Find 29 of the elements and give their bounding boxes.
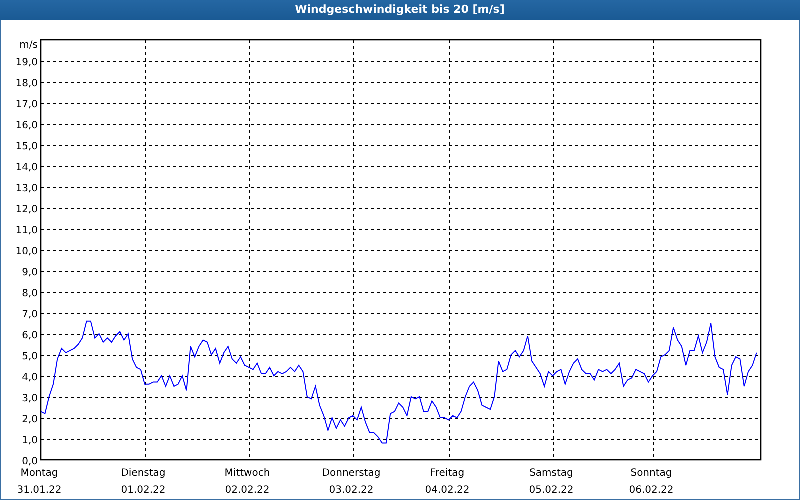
x-tick-label: Mittwoch 02.02.22 <box>224 468 270 496</box>
y-tick-label: 5,0 <box>22 352 38 362</box>
y-tick-label: 0,0 <box>22 456 38 468</box>
x-tick-label: Donnerstag 03.02.22 <box>322 468 381 496</box>
x-tick-label: Dienstag 01.02.22 <box>121 468 166 496</box>
x-tick-label: Freitag 04.02.22 <box>425 468 470 496</box>
y-tick-label: 2,0 <box>22 414 38 426</box>
window-title: Windgeschwindigkeit bis 20 [m/s] <box>0 0 800 20</box>
y-tick-label: 13,0 <box>16 184 38 194</box>
y-tick-label: 14,0 <box>16 162 38 174</box>
x-tick-label: Montag 31.01.22 <box>17 468 62 496</box>
y-tick-label: 18,0 <box>16 78 38 90</box>
y-tick-label: 3,0 <box>22 394 38 404</box>
x-tick-label: Samstag 05.02.22 <box>529 468 574 496</box>
y-axis-unit: m/s <box>20 40 38 51</box>
y-tick-label: 9,0 <box>22 268 38 278</box>
y-tick-label: 16,0 <box>16 120 38 132</box>
y-tick-label: 11,0 <box>16 226 38 236</box>
y-tick-label: 15,0 <box>16 142 38 152</box>
x-tick-label: Sonntag 06.02.22 <box>629 468 674 496</box>
y-tick-label: 7,0 <box>22 310 38 320</box>
y-tick-label: 1,0 <box>22 436 38 446</box>
y-tick-label: 10,0 <box>16 246 38 258</box>
y-tick-label: 4,0 <box>22 372 38 384</box>
y-tick-label: 8,0 <box>22 288 38 300</box>
y-tick-label: 12,0 <box>16 204 38 216</box>
y-tick-label: 17,0 <box>16 100 38 110</box>
y-tick-label: 19,0 <box>16 58 38 68</box>
y-tick-label: 6,0 <box>22 330 38 342</box>
